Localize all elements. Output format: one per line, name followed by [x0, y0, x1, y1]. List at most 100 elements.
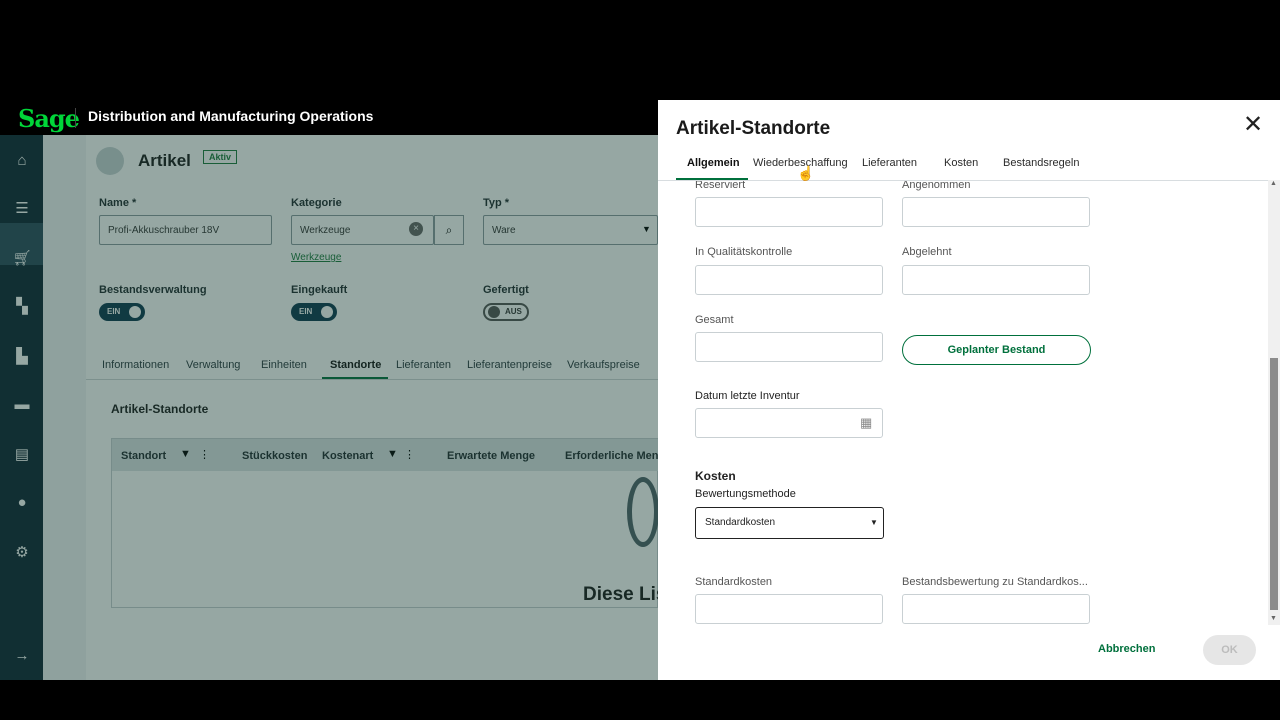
toggle-knob — [321, 306, 333, 318]
divider — [75, 108, 76, 128]
valuation-method-value: Standardkosten — [705, 517, 776, 528]
structure-icon[interactable]: ▚ — [12, 297, 32, 317]
tab-standorte[interactable]: Standorte — [330, 359, 381, 371]
tab-bestandsregeln[interactable]: Bestandsregeln — [1003, 157, 1079, 169]
accepted-field — [902, 197, 1090, 227]
reserved-label: Reserviert — [695, 181, 746, 191]
lookup-icon[interactable]: ⌕ — [434, 215, 464, 245]
filter-icon[interactable]: ▼ — [180, 448, 191, 460]
total-label: Gesamt — [695, 314, 734, 326]
tab-einheiten[interactable]: Einheiten — [261, 359, 307, 371]
calendar-icon[interactable]: ▦ — [860, 415, 872, 431]
column-menu-icon[interactable]: ⋮ — [199, 448, 210, 461]
tab-lieferanten[interactable]: Lieferanten — [396, 359, 451, 371]
chevron-down-icon: ▼ — [642, 224, 651, 234]
column-erwartete-menge[interactable]: Erwartete Menge — [447, 450, 535, 462]
planned-stock-button[interactable]: Geplanter Bestand — [902, 335, 1091, 365]
sage-logo: Sage — [18, 104, 80, 133]
expand-arrow-icon[interactable]: → — [12, 646, 32, 666]
cancel-button[interactable]: Abbrechen — [1098, 643, 1155, 655]
purchased-toggle[interactable]: EIN — [291, 303, 337, 321]
page-title: Artikel — [138, 151, 191, 170]
costs-section-title: Kosten — [695, 469, 736, 483]
empty-state-text: Diese Lis — [583, 584, 667, 605]
rejected-field — [902, 265, 1090, 295]
factory-icon[interactable]: ▙ — [12, 347, 32, 367]
accepted-label: Angenommen — [902, 181, 971, 191]
people-icon[interactable]: ● — [12, 493, 32, 513]
main-area: Artikel Aktiv Name * Profi-Akkuschrauber… — [43, 135, 666, 680]
last-inventory-field[interactable] — [695, 408, 883, 438]
valuation-method-select[interactable]: Standardkosten ▼ — [695, 507, 884, 539]
tab-informationen[interactable]: Informationen — [102, 359, 169, 371]
stock-label: Bestandsverwaltung — [99, 284, 207, 296]
scroll-down-icon[interactable]: ▼ — [1270, 615, 1277, 622]
column-menu-icon[interactable]: ⋮ — [404, 448, 415, 461]
card-icon[interactable]: ▬ — [12, 395, 32, 415]
valuation-method-label: Bewertungsmethode — [695, 488, 796, 500]
empty-state-illustration — [627, 477, 659, 547]
standard-cost-label: Standardkosten — [695, 576, 773, 588]
chevron-down-icon: ▼ — [870, 518, 878, 527]
tab-lieferantenpreise[interactable]: Lieferantenpreise — [467, 359, 552, 371]
toggle-knob — [129, 306, 141, 318]
stock-toggle[interactable]: EIN — [99, 303, 145, 321]
sidebar: ⌂ ☰ 🛒︎ ▚ ▙ ▬ ▤ ● ⚙ → — [0, 135, 43, 680]
ok-button[interactable]: OK — [1203, 635, 1256, 665]
section-title: Artikel-Standorte — [111, 402, 209, 416]
tab-kosten[interactable]: Kosten — [944, 157, 978, 169]
standard-cost-field — [695, 594, 883, 624]
qc-label: In Qualitätskontrolle — [695, 246, 793, 258]
stock-valuation-label: Bestandsbewertung zu Standardkos... — [902, 576, 1088, 588]
toggle-text: EIN — [299, 307, 313, 316]
tab-divider — [86, 379, 658, 380]
filter-icon[interactable]: ▼ — [387, 448, 398, 460]
last-inventory-label: Datum letzte Inventur — [695, 390, 800, 402]
home-icon[interactable]: ⌂ — [12, 151, 32, 171]
status-badge: Aktiv — [203, 150, 238, 164]
clear-icon[interactable]: × — [409, 222, 423, 236]
tab-verkaufspreise[interactable]: Verkaufspreise — [567, 359, 640, 371]
tab-verwaltung[interactable]: Verwaltung — [186, 359, 240, 371]
app-title: Distribution and Manufacturing Operation… — [88, 108, 374, 124]
column-standort[interactable]: Standort — [121, 450, 166, 462]
scrollbar-thumb[interactable] — [1270, 358, 1278, 610]
name-label: Name * — [99, 197, 137, 209]
scroll-up-icon[interactable]: ▲ — [1270, 180, 1277, 187]
item-page: Artikel Aktiv Name * Profi-Akkuschrauber… — [86, 135, 666, 680]
type-label: Typ * — [483, 197, 510, 209]
panel-footer: Abbrechen OK — [658, 625, 1280, 680]
column-stueckkosten[interactable]: Stückkosten — [242, 450, 307, 462]
avatar — [96, 147, 124, 175]
column-erforderliche-menge[interactable]: Erforderliche Meng — [565, 450, 665, 462]
category-label: Kategorie — [291, 197, 342, 209]
panel-scroll-area[interactable]: Reserviert Angenommen In Qualitätskontro… — [658, 181, 1268, 625]
manufactured-toggle[interactable]: AUS — [483, 303, 529, 321]
book-icon[interactable]: ▤ — [12, 445, 32, 465]
top-bar: Sage Distribution and Manufacturing Oper… — [0, 100, 658, 135]
panel-title: Artikel-Standorte — [676, 118, 831, 139]
toggle-text: AUS — [505, 307, 522, 316]
scrollbar[interactable]: ▲ ▼ — [1268, 180, 1280, 625]
category-link[interactable]: Werkzeuge — [291, 252, 341, 263]
tab-allgemein[interactable]: Allgemein — [687, 157, 740, 169]
cart-icon[interactable]: 🛒︎ — [12, 249, 32, 269]
gear-icon[interactable]: ⚙ — [12, 543, 32, 563]
total-field — [695, 332, 883, 362]
artikel-standorte-panel: Artikel-Standorte ✕ Allgemein Wiederbesc… — [658, 100, 1280, 680]
close-icon[interactable]: ✕ — [1242, 113, 1264, 137]
locations-table: Standort ▼ ⋮ Stückkosten Kostenart ▼ ⋮ E… — [111, 438, 666, 608]
stock-valuation-field — [902, 594, 1090, 624]
rejected-label: Abgelehnt — [902, 246, 952, 258]
purchased-label: Eingekauft — [291, 284, 348, 296]
tab-lieferanten[interactable]: Lieferanten — [862, 157, 917, 169]
qc-field — [695, 265, 883, 295]
list-icon[interactable]: ☰ — [12, 199, 32, 219]
name-input[interactable]: Profi-Akkuschrauber 18V — [99, 215, 272, 245]
toggle-knob — [488, 306, 500, 318]
toggle-text: EIN — [107, 307, 121, 316]
type-select[interactable]: Ware — [483, 215, 658, 245]
manufactured-label: Gefertigt — [483, 284, 529, 296]
column-kostenart[interactable]: Kostenart — [322, 450, 373, 462]
reserved-field — [695, 197, 883, 227]
